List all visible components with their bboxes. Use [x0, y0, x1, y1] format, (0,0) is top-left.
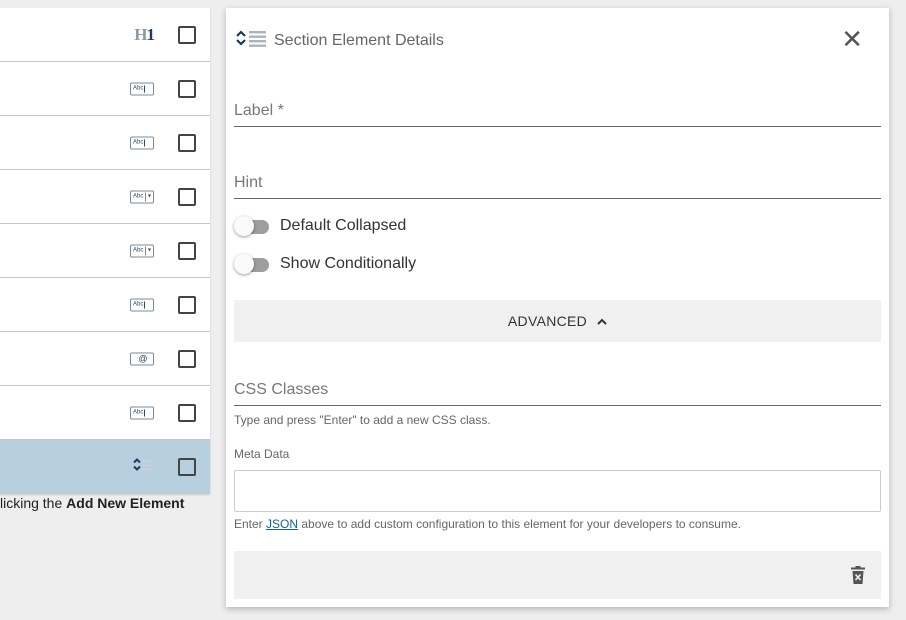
default-collapsed-toggle-row: Default Collapsed	[234, 216, 406, 236]
section-icon	[234, 28, 268, 53]
row-checkbox[interactable]	[178, 241, 196, 260]
row-checkbox[interactable]	[178, 403, 196, 422]
list-item[interactable]: Abc	[0, 62, 210, 116]
list-item-section[interactable]	[0, 440, 210, 494]
list-item[interactable]: Abc ▾	[0, 170, 210, 224]
chevron-up-icon	[597, 314, 607, 328]
section-icon	[132, 457, 154, 476]
advanced-toggle-button[interactable]: ADVANCED	[234, 300, 881, 342]
dialog-title: Section Element Details	[274, 31, 444, 49]
meta-data-input[interactable]	[234, 470, 881, 512]
list-item[interactable]: Abc	[0, 386, 210, 440]
hint-placeholder: Hint	[234, 174, 263, 191]
css-classes-field[interactable]: CSS Classes	[234, 381, 881, 406]
heading-icon: H1	[134, 24, 155, 44]
hint-field[interactable]: Hint	[234, 174, 881, 199]
delete-icon[interactable]	[851, 566, 865, 589]
label-placeholder: Label *	[234, 102, 284, 119]
add-new-element-emphasis: Add New Element	[66, 495, 185, 511]
meta-data-label: Meta Data	[234, 447, 290, 461]
list-item[interactable]: Abc	[0, 116, 210, 170]
text-field-icon: Abc	[130, 82, 154, 95]
text-field-icon: Abc	[130, 406, 154, 419]
instructions-text: licking the Add New Element	[0, 495, 185, 511]
default-collapsed-label: Default Collapsed	[280, 217, 407, 234]
css-classes-placeholder: CSS Classes	[234, 381, 329, 398]
section-details-dialog: Section Element Details ✕ Label * Hint D…	[226, 8, 889, 607]
element-list: H1 Abc Abc Abc ▾ Abc ▾ Abc @ Abc	[0, 8, 210, 494]
css-classes-hint: Type and press "Enter" to add a new CSS …	[234, 413, 491, 427]
email-field-icon: @	[130, 352, 154, 365]
dialog-header: Section Element Details	[234, 28, 444, 53]
list-item[interactable]: Abc ▾	[0, 224, 210, 278]
row-checkbox[interactable]	[178, 349, 196, 368]
json-link[interactable]: JSON	[266, 517, 298, 531]
default-collapsed-toggle[interactable]	[234, 216, 270, 236]
row-checkbox[interactable]	[178, 25, 196, 44]
dialog-actions-bar	[234, 551, 881, 599]
show-conditionally-toggle[interactable]	[234, 254, 270, 274]
row-checkbox[interactable]	[178, 187, 196, 206]
dropdown-field-icon: Abc ▾	[130, 244, 154, 257]
list-item[interactable]: @	[0, 332, 210, 386]
text-field-icon: Abc	[130, 298, 154, 311]
show-conditionally-toggle-row: Show Conditionally	[234, 254, 416, 274]
row-checkbox[interactable]	[178, 133, 196, 152]
row-checkbox[interactable]	[178, 79, 196, 98]
list-item-heading[interactable]: H1	[0, 8, 210, 62]
close-icon[interactable]: ✕	[841, 26, 863, 52]
advanced-label: ADVANCED	[507, 313, 588, 329]
row-checkbox[interactable]	[178, 295, 196, 314]
meta-data-hint: Enter JSON above to add custom configura…	[234, 517, 741, 531]
row-checkbox[interactable]	[178, 457, 196, 476]
text-field-icon: Abc	[130, 136, 154, 149]
label-field[interactable]: Label *	[234, 102, 881, 127]
list-item[interactable]: Abc	[0, 278, 210, 332]
show-conditionally-label: Show Conditionally	[280, 255, 417, 272]
dropdown-field-icon: Abc ▾	[130, 190, 154, 203]
